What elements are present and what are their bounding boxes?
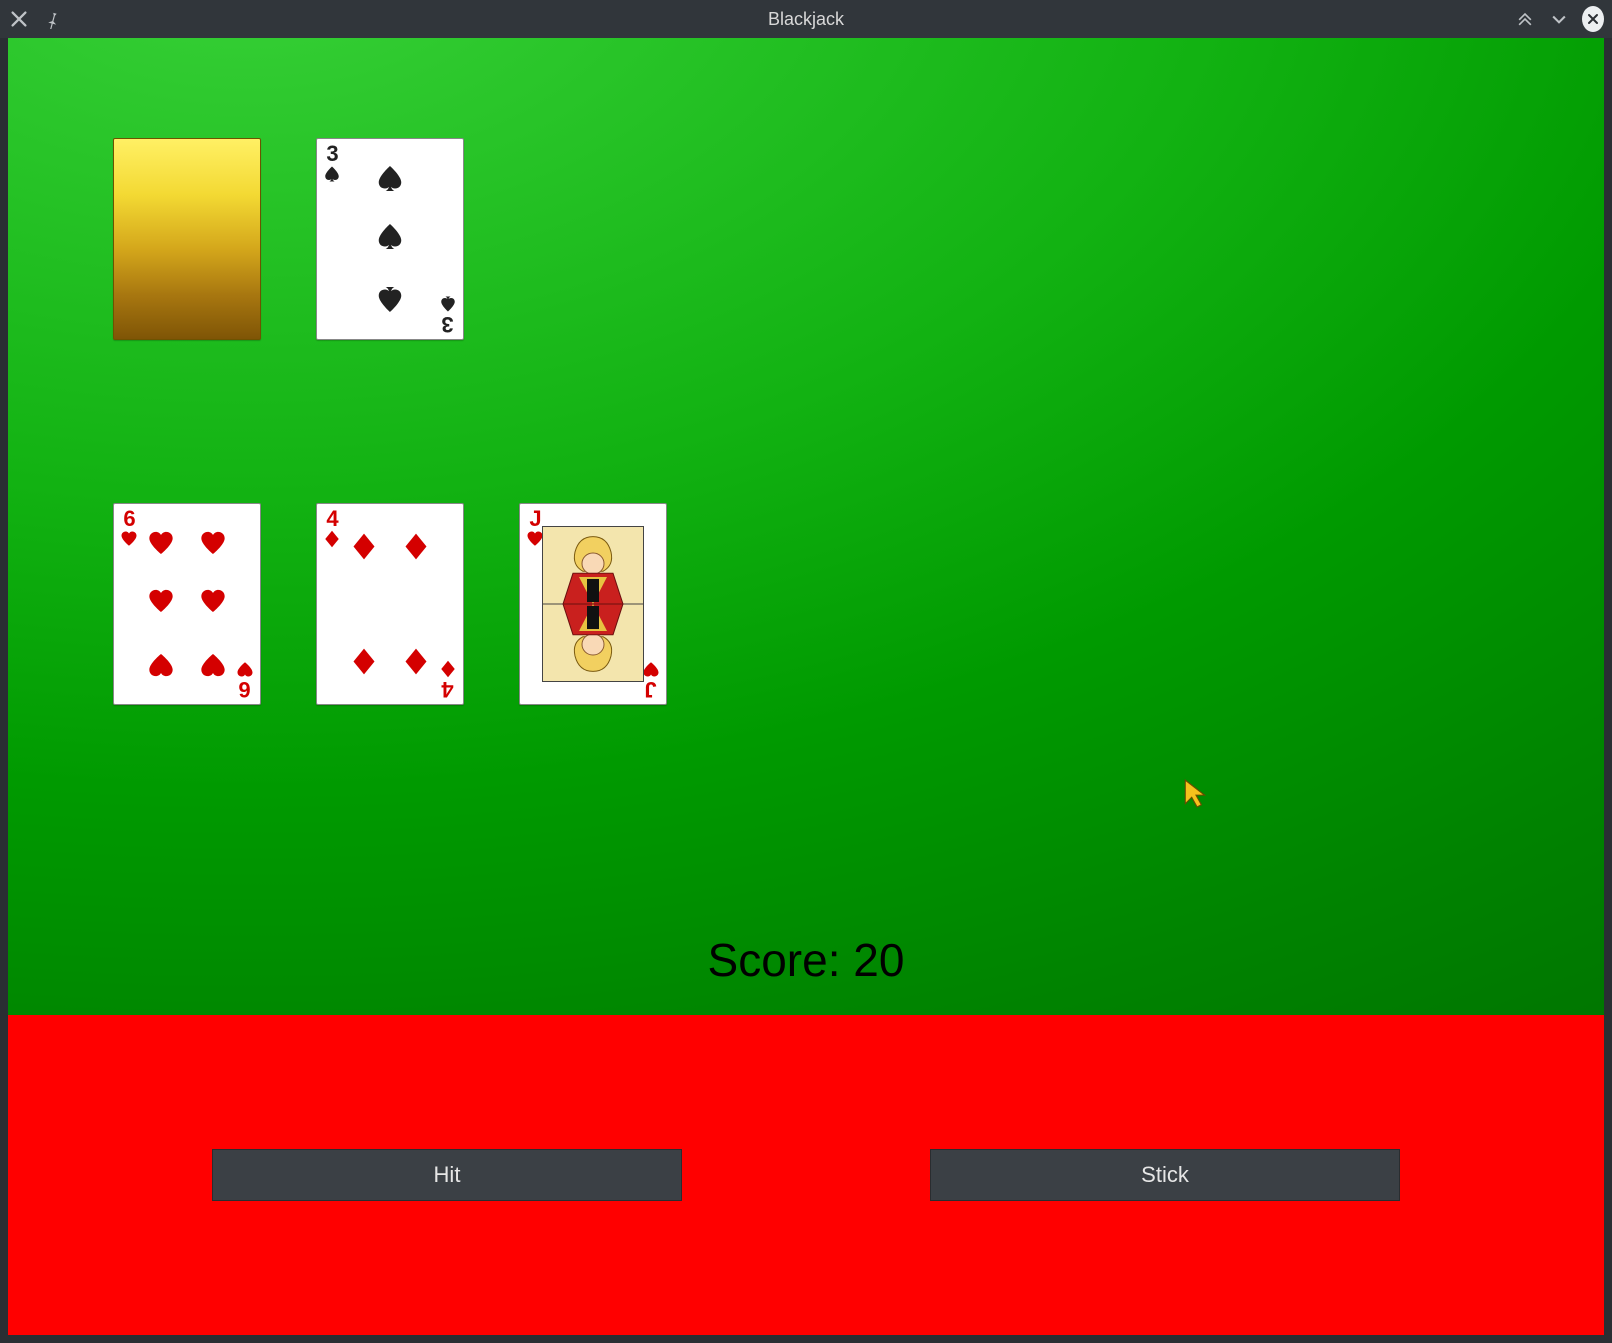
- card-table: 3 3 6: [8, 38, 1604, 1015]
- card-rank: 3: [442, 313, 453, 335]
- heart-icon: [236, 660, 254, 678]
- mouse-cursor-icon: [1183, 778, 1209, 808]
- player-card: J J: [519, 503, 667, 705]
- card-rank: 6: [239, 678, 250, 700]
- player-card: 6 6: [113, 503, 261, 705]
- card-rank: 6: [123, 508, 134, 530]
- client-area: 3 3 6: [8, 38, 1604, 1335]
- titlebar: Blackjack: [0, 0, 1612, 38]
- pin-icon[interactable]: [40, 8, 62, 30]
- dealer-card-back: [113, 138, 261, 340]
- player-card: 4 4: [316, 503, 464, 705]
- spade-icon: [439, 295, 457, 313]
- close-button[interactable]: [1582, 8, 1604, 30]
- window-title: Blackjack: [0, 9, 1612, 30]
- close-icon: [1582, 6, 1604, 32]
- spade-icon: [323, 165, 341, 183]
- collapse-icon[interactable]: [1514, 8, 1536, 30]
- score-value: 20: [853, 934, 904, 986]
- heart-icon: [120, 530, 138, 548]
- minimize-icon[interactable]: [1548, 8, 1570, 30]
- dealer-card: 3 3: [316, 138, 464, 340]
- app-window: Blackjack: [0, 0, 1612, 1343]
- card-rank: 4: [326, 508, 337, 530]
- score-display: Score: 20: [708, 933, 905, 987]
- heart-icon: [642, 660, 660, 678]
- spade-icon: [375, 164, 405, 199]
- diamond-icon: [439, 660, 457, 678]
- score-label: Score:: [708, 934, 841, 986]
- jack-face-art: [542, 526, 644, 682]
- controls-bar: Hit Stick: [8, 1015, 1604, 1335]
- spade-icon: [375, 279, 405, 314]
- hit-button[interactable]: Hit: [212, 1149, 682, 1201]
- card-rank: 4: [442, 678, 453, 700]
- card-rank: J: [645, 678, 656, 700]
- diamond-icon: [323, 530, 341, 548]
- card-rank: 3: [326, 143, 337, 165]
- stick-button[interactable]: Stick: [930, 1149, 1400, 1201]
- app-menu-icon[interactable]: [8, 8, 30, 30]
- card-rank: J: [529, 508, 540, 530]
- spade-icon: [375, 222, 405, 257]
